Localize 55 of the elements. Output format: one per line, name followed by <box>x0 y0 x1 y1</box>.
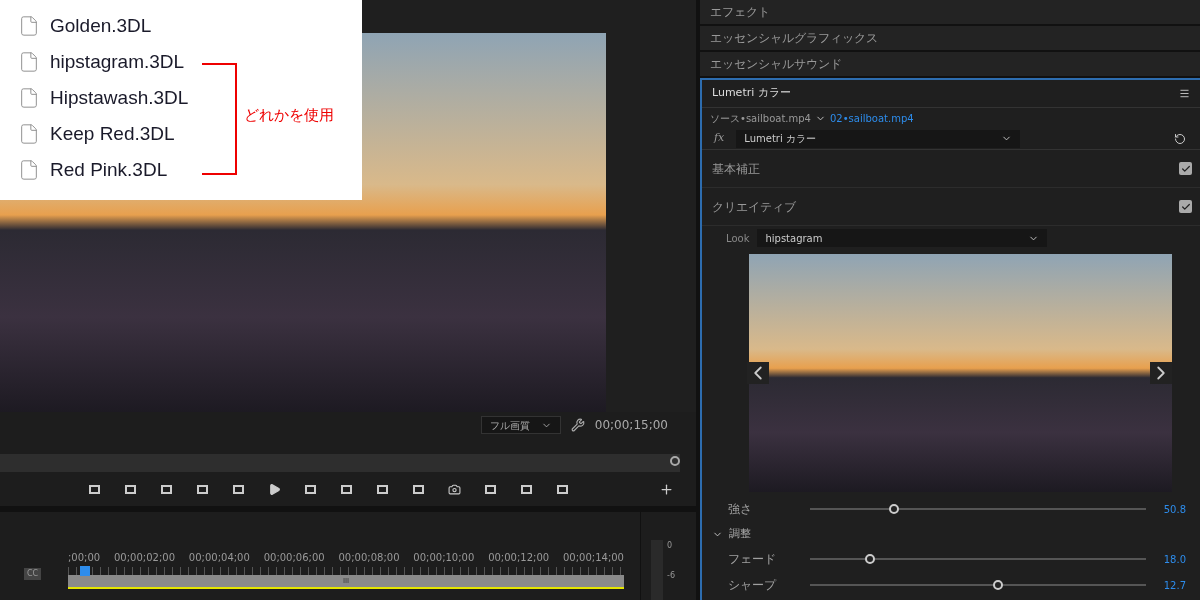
timeline-timecode: 00;00;14;00 <box>562 551 624 565</box>
file-icon <box>18 51 40 73</box>
quality-dropdown[interactable]: フル画質 <box>480 416 561 434</box>
timeline-timecode: ;00;00 <box>68 551 101 565</box>
meter-label: 0 <box>667 540 674 552</box>
file-name[interactable]: Keep Red.3DL <box>50 119 175 149</box>
file-name[interactable]: Golden.3DL <box>50 11 152 41</box>
add-button-icon[interactable] <box>659 481 674 497</box>
file-icon <box>18 15 40 37</box>
panel-header[interactable]: エッセンシャルサウンド <box>700 52 1200 78</box>
timeline-timecode: 00;00;10;00 <box>413 551 475 565</box>
file-icon <box>18 87 40 109</box>
slider-thumb[interactable] <box>993 580 1004 590</box>
panel-title: Lumetri カラー <box>712 85 791 102</box>
timecode: 00;00;15;00 <box>594 417 668 434</box>
section-checkbox[interactable] <box>1179 200 1192 213</box>
play-icon[interactable] <box>268 482 281 496</box>
slider-thumb[interactable] <box>889 504 899 514</box>
file-icon <box>18 159 40 181</box>
timeline-timecode: 00;00;06;00 <box>263 551 325 565</box>
file-name[interactable]: hipstagram.3DL <box>50 47 185 77</box>
timeline-timecode: 00;00;02;00 <box>114 551 175 565</box>
fx-label: fx <box>714 130 725 147</box>
section-label[interactable]: 基本補正 <box>712 159 760 178</box>
section-label[interactable]: 調整 <box>729 525 751 543</box>
zoom-handle[interactable] <box>670 456 680 466</box>
reset-icon[interactable] <box>1174 132 1186 145</box>
source-clip[interactable]: ソース•sailboat.mp4 <box>710 110 811 126</box>
panel-header[interactable]: エフェクト <box>700 0 1200 26</box>
slider-value[interactable]: 18.0 <box>1152 551 1186 567</box>
slider-value[interactable]: 50.8 <box>1152 501 1186 517</box>
timeline-timecode: 00;00;04;00 <box>188 551 250 565</box>
effect-dropdown[interactable]: Lumetri カラー <box>736 129 1021 148</box>
timeline-timecode: 00;00;12;00 <box>488 551 550 565</box>
timeline-timecode: 00;00;08;00 <box>338 551 400 565</box>
file-name[interactable]: Hipstawash.3DL <box>50 83 189 113</box>
camera-icon[interactable] <box>448 482 461 496</box>
look-dropdown[interactable]: hipstagram <box>757 229 1048 247</box>
look-label: Look <box>726 231 750 246</box>
annotation-text: どれかを使用 <box>244 105 334 124</box>
section-label[interactable]: クリエイティブ <box>712 197 796 216</box>
slider-label: シャープ <box>728 577 778 594</box>
file-icon <box>18 123 40 145</box>
panel-header[interactable]: エッセンシャルグラフィックス <box>700 26 1200 52</box>
meter-label: -6 <box>667 570 675 582</box>
slider-label: 強さ <box>728 501 753 518</box>
file-name[interactable]: Red Pink.3DL <box>50 155 168 185</box>
slider-thumb[interactable] <box>865 554 876 564</box>
menu-icon[interactable] <box>1179 88 1190 99</box>
slider-value[interactable]: 12.7 <box>1152 577 1186 593</box>
wrench-icon[interactable] <box>570 418 585 432</box>
slider-label: フェード <box>728 551 777 568</box>
section-checkbox[interactable] <box>1179 162 1192 175</box>
sequence-clip[interactable]: 02•sailboat.mp4 <box>829 110 914 126</box>
cc-badge[interactable]: CC <box>24 568 42 580</box>
